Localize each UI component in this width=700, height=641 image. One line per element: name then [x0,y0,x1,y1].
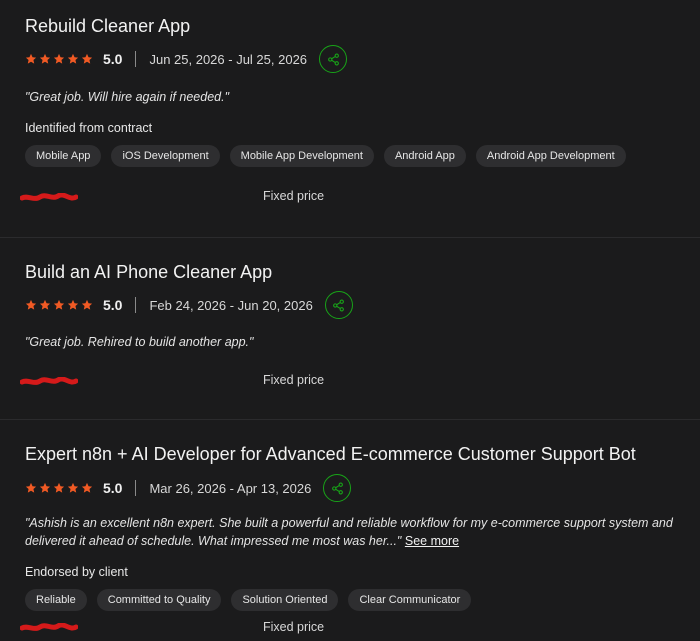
job-meta: 5.0 Jun 25, 2026 - Jul 25, 2026 [25,44,348,74]
job-card: Build an AI Phone Cleaner App 5.0 Feb 24… [0,237,700,419]
rating-value: 5.0 [103,480,123,496]
see-more-link[interactable]: See more [405,534,459,548]
job-card: Rebuild Cleaner App 5.0 Jun 25, 2026 - J… [0,0,700,237]
skill-chip[interactable]: Clear Communicator [348,589,472,611]
client-feedback: "Ashish is an excellent n8n expert. She … [25,514,695,550]
star-rating [25,299,93,311]
rating-value: 5.0 [103,51,123,67]
divider [135,480,137,496]
redacted-amount [20,193,78,203]
star-icon [25,53,37,65]
client-feedback: "Great job. Rehired to build another app… [25,333,695,351]
feedback-text: "Ashish is an excellent n8n expert. She … [25,516,673,548]
endorsement-chips: Reliable Committed to Quality Solution Ori… [25,589,472,611]
star-rating [25,53,93,65]
price-type: Fixed price [263,620,325,634]
star-icon [25,299,37,311]
job-dates: Mar 26, 2026 - Apr 13, 2026 [149,480,312,496]
client-feedback: "Great job. Will hire again if needed." [25,88,695,106]
skill-chip[interactable]: Android App [383,145,466,167]
job-meta: 5.0 Feb 24, 2026 - Jun 20, 2026 [25,290,353,320]
job-dates: Jun 25, 2026 - Jul 25, 2026 [149,51,308,67]
skill-chip[interactable]: Reliable [25,589,87,611]
star-icon [81,482,93,494]
price-type: Fixed price [263,373,325,387]
star-icon [67,299,79,311]
star-icon [67,53,79,65]
job-title[interactable]: Build an AI Phone Cleaner App [25,262,272,283]
share-button[interactable] [324,291,353,319]
job-title[interactable]: Rebuild Cleaner App [25,16,190,37]
star-icon [81,299,93,311]
job-card: Expert n8n + AI Developer for Advanced E… [0,419,700,641]
star-icon [25,482,37,494]
skill-chip[interactable]: Mobile App Development [229,145,374,167]
feedback-text: "Great job. Rehired to build another app… [25,335,254,349]
section-label: Endorsed by client [25,565,128,579]
skill-chip[interactable]: iOS Development [111,145,220,167]
star-icon [67,482,79,494]
skill-chip[interactable]: Mobile App [25,145,102,167]
star-icon [39,53,51,65]
share-button[interactable] [323,474,352,502]
skill-chip[interactable]: Committed to Quality [96,589,222,611]
job-dates: Feb 24, 2026 - Jun 20, 2026 [149,297,313,313]
redacted-amount [20,377,78,387]
share-icon [331,482,344,495]
rating-value: 5.0 [103,297,123,313]
section-label: Identified from contract [25,121,153,135]
star-rating [25,482,93,494]
star-icon [39,482,51,494]
feedback-text: "Great job. Will hire again if needed." [25,90,230,104]
redacted-amount [20,623,78,633]
star-icon [39,299,51,311]
star-icon [53,299,65,311]
star-icon [53,53,65,65]
job-title[interactable]: Expert n8n + AI Developer for Advanced E… [25,444,636,465]
share-button[interactable] [319,45,348,73]
share-icon [327,53,340,66]
skill-chips: Mobile App iOS Development Mobile App Deve… [25,145,626,167]
divider [135,297,137,313]
price-type: Fixed price [263,189,325,203]
skill-chip[interactable]: Solution Oriented [231,589,339,611]
skill-chip[interactable]: Android App Development [475,145,626,167]
job-meta: 5.0 Mar 26, 2026 - Apr 13, 2026 [25,473,352,503]
share-icon [332,299,345,312]
star-icon [53,482,65,494]
star-icon [81,53,93,65]
divider [135,51,137,67]
